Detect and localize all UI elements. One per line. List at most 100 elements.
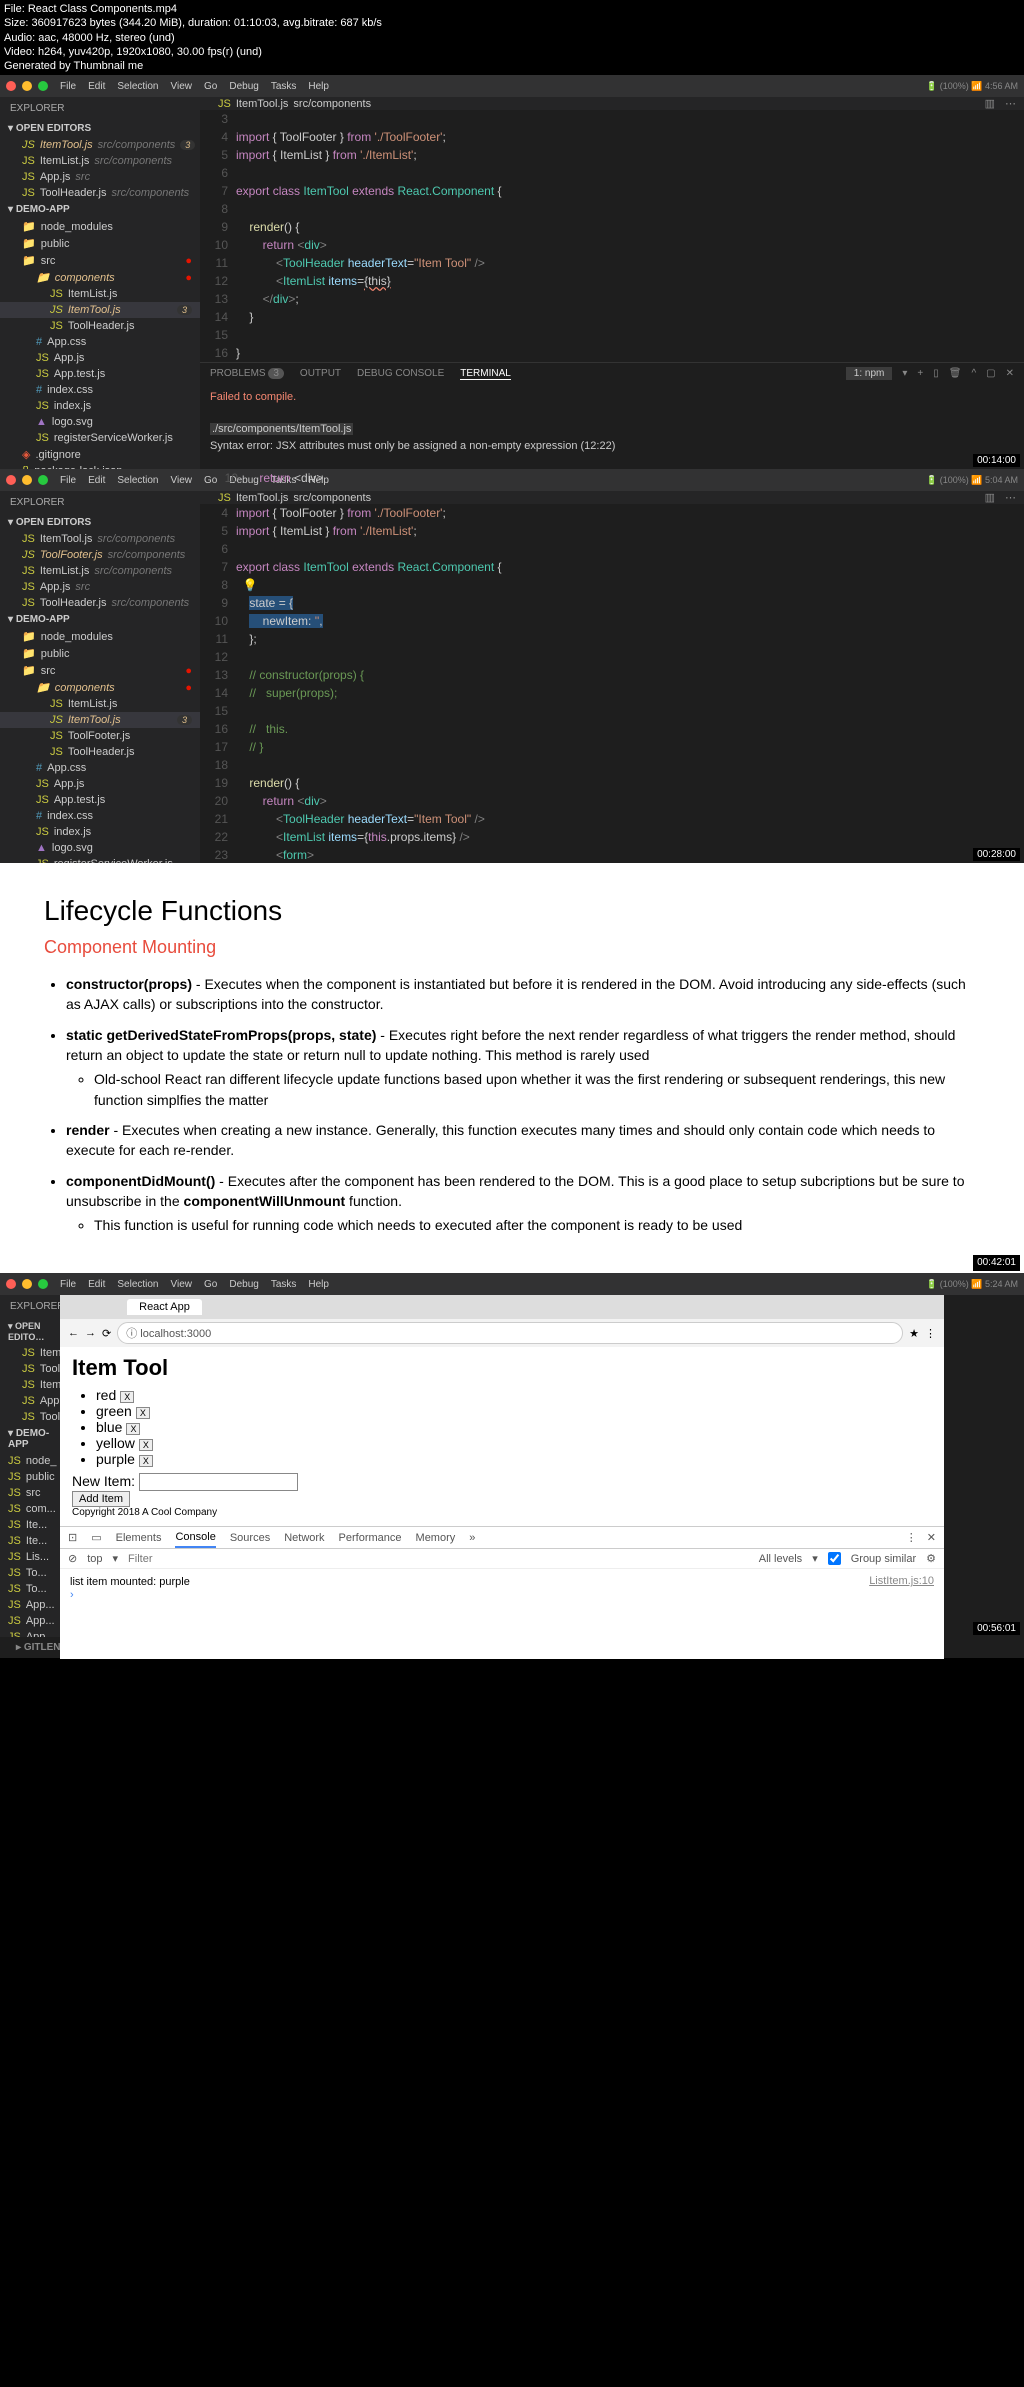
tree-item[interactable]: JSregisterServiceWorker.js <box>0 856 200 863</box>
tree-item[interactable]: JScom... <box>0 1501 60 1517</box>
code-editor[interactable]: 345678910111213141516 import { ToolFoote… <box>200 110 1024 362</box>
tree-item[interactable]: JSToolHeader.js <box>0 744 200 760</box>
dt-tab-network[interactable]: Network <box>284 1532 324 1544</box>
delete-item-button[interactable]: X <box>139 1455 153 1467</box>
output-tab[interactable]: OUTPUT <box>300 368 341 379</box>
back-icon[interactable]: ← <box>68 1327 79 1339</box>
new-terminal-icon[interactable]: + <box>917 368 923 379</box>
menu-item[interactable]: Edit <box>88 475 105 486</box>
delete-item-button[interactable]: X <box>126 1423 140 1435</box>
settings-icon[interactable]: ⚙ <box>926 1552 936 1565</box>
tree-item[interactable]: 📁components● <box>0 269 200 286</box>
open-editor-item[interactable]: JSToolHeader.jssrc/components <box>0 595 200 611</box>
menu-item[interactable]: Selection <box>117 475 158 486</box>
open-editor-item[interactable]: JSItemTool.jssrc/components <box>0 531 200 547</box>
settings-icon[interactable]: ⋮ <box>906 1531 917 1544</box>
open-editor-item[interactable]: JSItemLi... <box>0 1377 60 1393</box>
console-source-link[interactable]: ListItem.js:10 <box>869 1575 934 1587</box>
tree-item[interactable]: #index.css <box>0 808 200 824</box>
editor-tab[interactable]: JSItemTool.jssrc/components <box>208 97 381 110</box>
chevron-up-icon[interactable]: ^ <box>971 368 976 379</box>
open-editor-item[interactable]: JSToolFo... <box>0 1361 60 1377</box>
tree-item[interactable]: 📁node_modules <box>0 218 200 235</box>
forward-icon[interactable]: → <box>85 1327 96 1339</box>
more-tabs-icon[interactable]: » <box>469 1532 475 1544</box>
dt-tab-sources[interactable]: Sources <box>230 1532 270 1544</box>
project-section[interactable]: DEMO-APP <box>0 611 200 628</box>
tree-item[interactable]: JSToolHeader.js <box>0 318 200 334</box>
menu-item[interactable]: View <box>171 81 193 92</box>
menu-item[interactable]: Selection <box>117 81 158 92</box>
console-filter-input[interactable] <box>128 1553 749 1565</box>
open-editors-section[interactable]: OPEN EDITORS <box>0 514 200 531</box>
tree-item[interactable]: JSItemTool.js3 <box>0 712 200 728</box>
tree-item[interactable]: JSItemTool.js3 <box>0 302 200 318</box>
open-editor-item[interactable]: JSApp.js <box>0 1393 60 1409</box>
dt-tab-console[interactable]: Console <box>175 1531 215 1548</box>
editor-tab[interactable]: JSItemTool.jssrc/components <box>208 491 381 504</box>
tree-item[interactable]: 📁public <box>0 235 200 252</box>
tree-item[interactable]: JSToolFooter.js <box>0 728 200 744</box>
tree-item[interactable]: 📁public <box>0 645 200 662</box>
tree-item[interactable]: ▲logo.svg <box>0 414 200 430</box>
add-item-button[interactable]: Add Item <box>72 1491 130 1507</box>
open-editor-item[interactable]: JSToolHe... <box>0 1409 60 1425</box>
tree-item[interactable]: JSsrc <box>0 1485 60 1501</box>
more-icon[interactable]: ⋯ <box>1005 491 1016 504</box>
menu-item[interactable]: Selection <box>117 1279 158 1290</box>
maximize-icon[interactable]: ▢ <box>986 368 995 379</box>
dt-tab-performance[interactable]: Performance <box>339 1532 402 1544</box>
menu-item[interactable]: File <box>60 1279 76 1290</box>
menu-item[interactable]: File <box>60 81 76 92</box>
code-editor[interactable]: 4567891011121314151617181920212223242526… <box>200 504 1024 918</box>
close-devtools-icon[interactable]: ✕ <box>927 1531 936 1544</box>
tree-item[interactable]: JSApp... <box>0 1629 60 1637</box>
tree-item[interactable]: 📁src● <box>0 252 200 269</box>
delete-item-button[interactable]: X <box>120 1391 134 1403</box>
tree-item[interactable]: 📁components● <box>0 679 200 696</box>
delete-item-button[interactable]: X <box>139 1439 153 1451</box>
tree-item[interactable]: #index.css <box>0 382 200 398</box>
tree-item[interactable]: JSApp.js <box>0 776 200 792</box>
open-editor-item[interactable]: JSItemTool.jssrc/components3 <box>0 137 200 153</box>
menu-item[interactable]: Edit <box>88 81 105 92</box>
tree-item[interactable]: JSindex.js <box>0 398 200 414</box>
menu-item[interactable]: Edit <box>88 1279 105 1290</box>
terminal-selector[interactable]: 1: npm <box>846 367 893 380</box>
open-editor-item[interactable]: JSToolFooter.jssrc/components <box>0 547 200 563</box>
open-editor-item[interactable]: JSItemList.jssrc/components <box>0 563 200 579</box>
tree-item[interactable]: JSApp... <box>0 1613 60 1629</box>
tree-item[interactable]: JSindex.js <box>0 824 200 840</box>
tree-item[interactable]: JSnode_ <box>0 1453 60 1469</box>
open-editor-item[interactable]: JSItemTo... <box>0 1345 60 1361</box>
tree-item[interactable]: JSItemList.js <box>0 696 200 712</box>
open-editor-item[interactable]: JSItemList.jssrc/components <box>0 153 200 169</box>
tree-item[interactable]: JSApp.test.js <box>0 366 200 382</box>
tree-item[interactable]: JSregisterServiceWorker.js <box>0 430 200 446</box>
menu-item[interactable]: Help <box>308 1279 329 1290</box>
traffic-max[interactable] <box>38 81 48 91</box>
tree-item[interactable]: JSApp... <box>0 1597 60 1613</box>
url-input[interactable]: ⓘ localhost:3000 <box>117 1322 903 1344</box>
delete-item-button[interactable]: X <box>136 1407 150 1419</box>
open-editor-item[interactable]: JSApp.jssrc <box>0 169 200 185</box>
menu-item[interactable]: View <box>171 475 193 486</box>
star-icon[interactable]: ★ <box>909 1327 919 1340</box>
split-editor-icon[interactable]: ▥ <box>985 97 995 110</box>
console-prompt[interactable]: › <box>70 1589 74 1601</box>
menu-item[interactable]: Debug <box>229 81 258 92</box>
browser-tab[interactable]: React App <box>127 1299 202 1315</box>
split-terminal-icon[interactable]: ▯ <box>933 368 939 379</box>
tree-item[interactable]: JSApp.js <box>0 350 200 366</box>
project-section[interactable]: DEMO-APP <box>0 201 200 218</box>
tree-item[interactable]: JSpublic <box>0 1469 60 1485</box>
tree-item[interactable]: #App.css <box>0 334 200 350</box>
clear-console-icon[interactable]: ⊘ <box>68 1552 77 1565</box>
tree-item[interactable]: #App.css <box>0 760 200 776</box>
split-editor-icon[interactable]: ▥ <box>985 491 995 504</box>
reload-icon[interactable]: ⟳ <box>102 1327 111 1340</box>
tree-item[interactable]: JSIte... <box>0 1533 60 1549</box>
context-selector[interactable]: top <box>87 1553 102 1565</box>
new-item-input[interactable] <box>139 1473 298 1491</box>
problems-tab[interactable]: PROBLEMS 3 <box>210 368 284 379</box>
